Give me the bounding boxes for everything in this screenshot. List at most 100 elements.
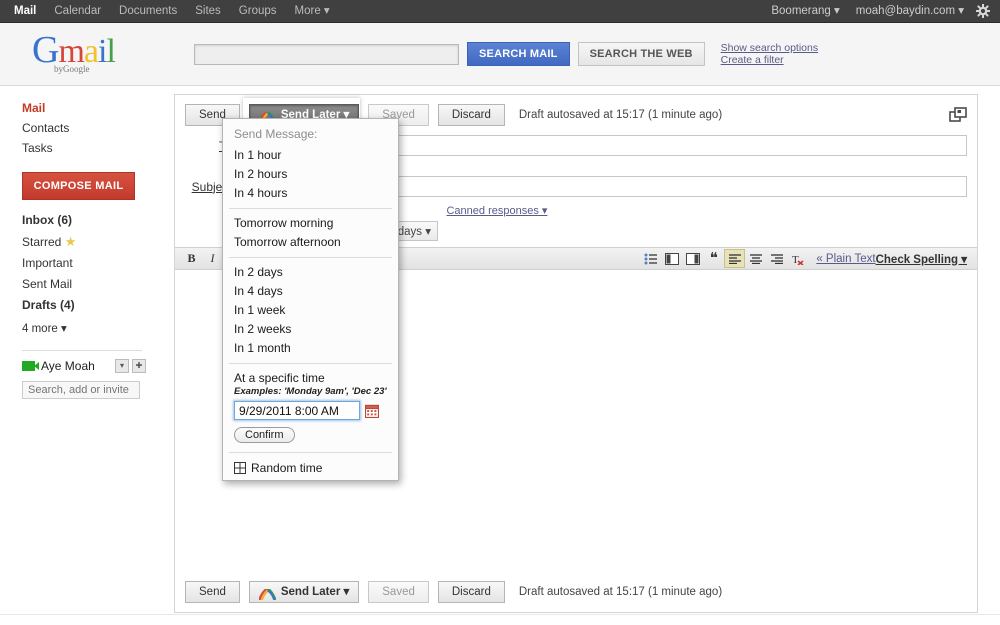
logo-letter-i: i <box>98 35 106 69</box>
send-later-label-bottom: Send Later ▾ <box>281 582 349 602</box>
chat-controls: ▾ ✚ <box>115 359 160 373</box>
account-menu[interactable]: moah@baydin.com ▾ <box>848 0 972 23</box>
menu-divider-3 <box>229 363 392 364</box>
discard-button-bottom[interactable]: Discard <box>438 581 505 603</box>
search-input[interactable] <box>194 44 459 65</box>
logo-by-google: byGoogle <box>54 64 90 74</box>
discard-button-top[interactable]: Discard <box>438 104 505 126</box>
top-nav-mail[interactable]: Mail <box>8 0 45 23</box>
grid-icon <box>234 462 246 474</box>
create-filter-link[interactable]: Create a filter <box>721 54 818 66</box>
align-center-icon[interactable] <box>745 249 766 268</box>
gmail-header: Gmail byGoogle SEARCH MAIL SEARCH THE WE… <box>0 23 1000 86</box>
align-left-icon[interactable] <box>724 249 745 268</box>
menu-item-in-2-days[interactable]: In 2 days <box>223 263 398 282</box>
menu-confirm-row: Confirm <box>223 420 398 447</box>
menu-divider-2 <box>229 257 392 258</box>
menu-examples-label: Examples: 'Monday 9am', 'Dec 23' <box>223 385 398 401</box>
check-spelling-link[interactable]: Check Spelling ▾ <box>876 252 971 266</box>
top-nav-items: Mail Calendar Documents Sites Groups Mor… <box>8 0 339 23</box>
menu-divider-1 <box>229 208 392 209</box>
sidebar-divider <box>22 350 142 351</box>
left-sidebar: Mail Contacts Tasks COMPOSE MAIL Inbox (… <box>0 86 160 625</box>
chat-status-dropdown-icon[interactable]: ▾ <box>115 359 129 373</box>
logo-letter-g: G <box>32 33 58 67</box>
gear-icon[interactable] <box>976 4 990 18</box>
menu-item-in-2-weeks[interactable]: In 2 weeks <box>223 320 398 339</box>
sidebar-item-contacts[interactable]: Contacts <box>22 118 160 138</box>
clear-formatting-icon[interactable]: T <box>787 249 808 268</box>
send-button-bottom[interactable]: Send <box>185 581 240 603</box>
logo-letter-l: l <box>106 35 114 69</box>
menu-item-in-2-hours[interactable]: In 2 hours <box>223 165 398 184</box>
send-later-dropdown-menu: Send Message: In 1 hour In 2 hours In 4 … <box>222 118 399 481</box>
confirm-button[interactable]: Confirm <box>234 427 295 443</box>
menu-divider-4 <box>229 452 392 453</box>
align-right-icon[interactable] <box>766 249 787 268</box>
top-nav-documents[interactable]: Documents <box>110 0 186 23</box>
menu-item-in-4-hours[interactable]: In 4 hours <box>223 184 398 203</box>
sidebar-folder-inbox[interactable]: Inbox (6) <box>22 210 160 231</box>
top-nav-calendar[interactable]: Calendar <box>45 0 110 23</box>
sidebar-folder-important[interactable]: Important <box>22 253 160 274</box>
bold-icon[interactable]: B <box>181 249 202 268</box>
gmail-app: Mail Calendar Documents Sites Groups Mor… <box>0 0 1000 625</box>
search-web-button[interactable]: SEARCH THE WEB <box>578 42 705 66</box>
footer-strip <box>0 614 1000 625</box>
top-nav-groups[interactable]: Groups <box>230 0 286 23</box>
autosave-status-top: Draft autosaved at 15:17 (1 minute ago) <box>519 109 722 121</box>
chat-user-row: Aye Moah ▾ ✚ <box>22 359 160 373</box>
sidebar-item-tasks[interactable]: Tasks <box>22 138 160 158</box>
sidebar-more-link[interactable]: 4 more ▾ <box>22 318 160 340</box>
top-nav-sites[interactable]: Sites <box>186 0 230 23</box>
canned-responses-link[interactable]: Canned responses ▾ <box>446 204 547 217</box>
menu-item-in-1-hour[interactable]: In 1 hour <box>223 146 398 165</box>
video-chat-icon <box>22 361 35 371</box>
starred-label: Starred <box>22 235 61 249</box>
send-later-button-bottom[interactable]: Send Later ▾ <box>249 581 359 603</box>
autosave-status-bottom: Draft autosaved at 15:17 (1 minute ago) <box>519 586 722 598</box>
menu-item-in-4-days[interactable]: In 4 days <box>223 282 398 301</box>
calendar-icon[interactable] <box>365 404 379 418</box>
search-area: SEARCH MAIL SEARCH THE WEB Show search o… <box>194 42 818 66</box>
sidebar-folder-drafts[interactable]: Drafts (4) <box>22 295 160 316</box>
sidebar-folder-sent[interactable]: Sent Mail <box>22 274 160 295</box>
menu-title: Send Message: <box>223 125 398 146</box>
search-links: Show search options Create a filter <box>721 42 818 66</box>
star-icon: ★ <box>65 234 77 249</box>
chat-add-icon[interactable]: ✚ <box>132 359 146 373</box>
compose-mail-button[interactable]: COMPOSE MAIL <box>22 172 135 200</box>
boomerang-menu[interactable]: Boomerang ▾ <box>763 0 847 23</box>
chat-search-input[interactable] <box>22 381 140 399</box>
top-nav-right: Boomerang ▾ moah@baydin.com ▾ <box>763 0 992 23</box>
menu-item-in-1-month[interactable]: In 1 month <box>223 339 398 358</box>
google-top-nav: Mail Calendar Documents Sites Groups Mor… <box>0 0 1000 23</box>
indent-more-icon[interactable] <box>682 249 703 268</box>
svg-text:T: T <box>792 254 799 265</box>
plain-text-link[interactable]: « Plain Text <box>816 253 875 265</box>
quote-icon[interactable]: ❝ <box>703 249 724 268</box>
random-time-label: Random time <box>251 461 322 475</box>
specific-time-input[interactable] <box>234 401 360 420</box>
menu-item-tomorrow-morning[interactable]: Tomorrow morning <box>223 214 398 233</box>
compose-toolbar-bottom: Send Send Later ▾ Saved <box>175 572 977 612</box>
search-mail-button[interactable]: SEARCH MAIL <box>467 42 570 66</box>
top-nav-more[interactable]: More ▾ <box>286 0 339 23</box>
boomerang-icon <box>259 587 276 598</box>
show-search-options-link[interactable]: Show search options <box>721 42 818 54</box>
saved-button-bottom: Saved <box>368 581 429 603</box>
menu-item-tomorrow-afternoon[interactable]: Tomorrow afternoon <box>223 233 398 252</box>
bullet-list-icon[interactable] <box>640 249 661 268</box>
sidebar-folder-starred[interactable]: Starred ★ <box>22 231 160 253</box>
chat-user-name: Aye Moah <box>41 359 95 373</box>
sidebar-item-mail[interactable]: Mail <box>22 98 160 118</box>
menu-item-in-1-week[interactable]: In 1 week <box>223 301 398 320</box>
page-body: Mail Contacts Tasks COMPOSE MAIL Inbox (… <box>0 86 1000 625</box>
menu-specific-time-label: At a specific time <box>223 369 398 385</box>
menu-item-random-time[interactable]: Random time <box>223 458 398 476</box>
popout-window-icon[interactable] <box>949 107 967 123</box>
indent-less-icon[interactable] <box>661 249 682 268</box>
italic-icon[interactable]: I <box>202 249 223 268</box>
gmail-logo: Gmail byGoogle <box>32 31 152 79</box>
menu-time-row <box>223 401 398 420</box>
